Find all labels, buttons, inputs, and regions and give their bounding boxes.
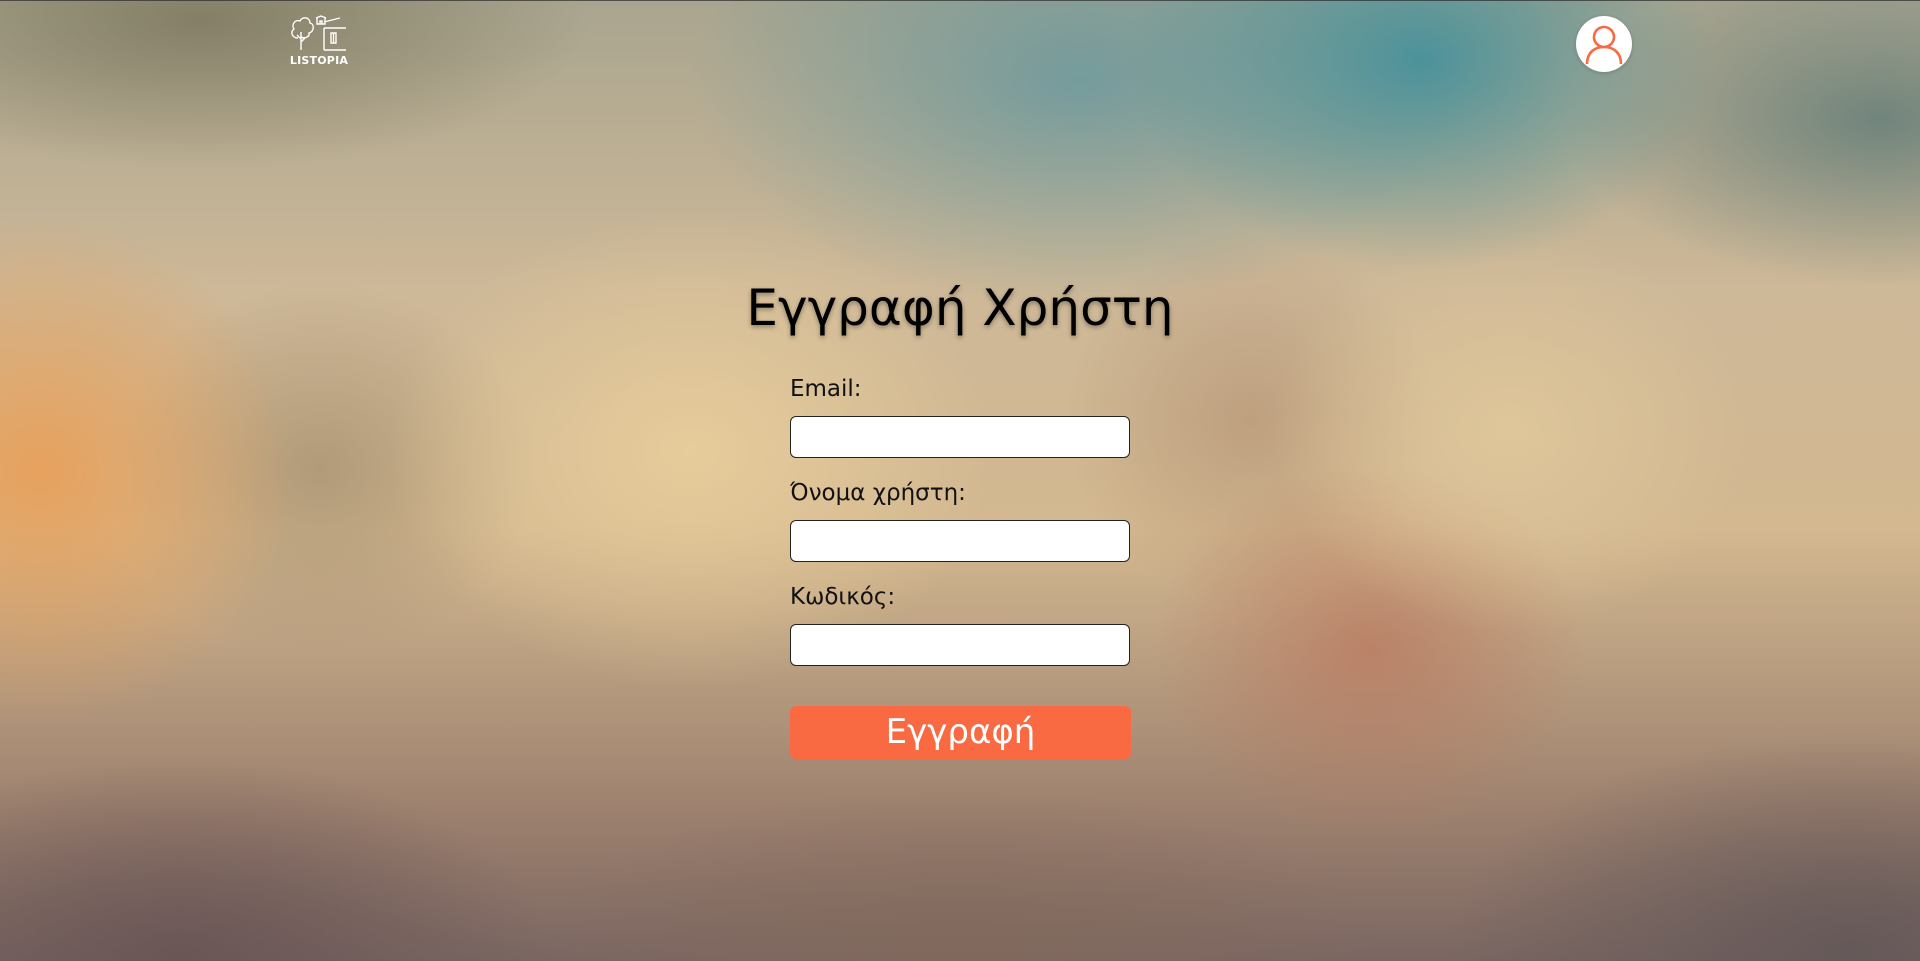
email-field[interactable] bbox=[790, 416, 1130, 458]
password-field[interactable] bbox=[790, 624, 1130, 666]
password-label: Κωδικός: bbox=[790, 584, 896, 610]
register-button[interactable]: Εγγραφή bbox=[790, 706, 1131, 759]
top-border bbox=[0, 0, 1920, 1]
profile-button[interactable] bbox=[1576, 16, 1632, 72]
email-label: Email: bbox=[790, 376, 862, 402]
username-field[interactable] bbox=[790, 520, 1130, 562]
username-label: Όνομα χρήστη: bbox=[790, 480, 966, 506]
logo-text: LISTOPIA bbox=[289, 54, 349, 67]
page-title: Εγγραφή Χρήστη bbox=[746, 279, 1174, 337]
listopia-logo[interactable]: LISTOPIA bbox=[286, 14, 350, 70]
user-icon bbox=[1585, 25, 1623, 65]
tree-house-logo-icon bbox=[291, 15, 346, 51]
